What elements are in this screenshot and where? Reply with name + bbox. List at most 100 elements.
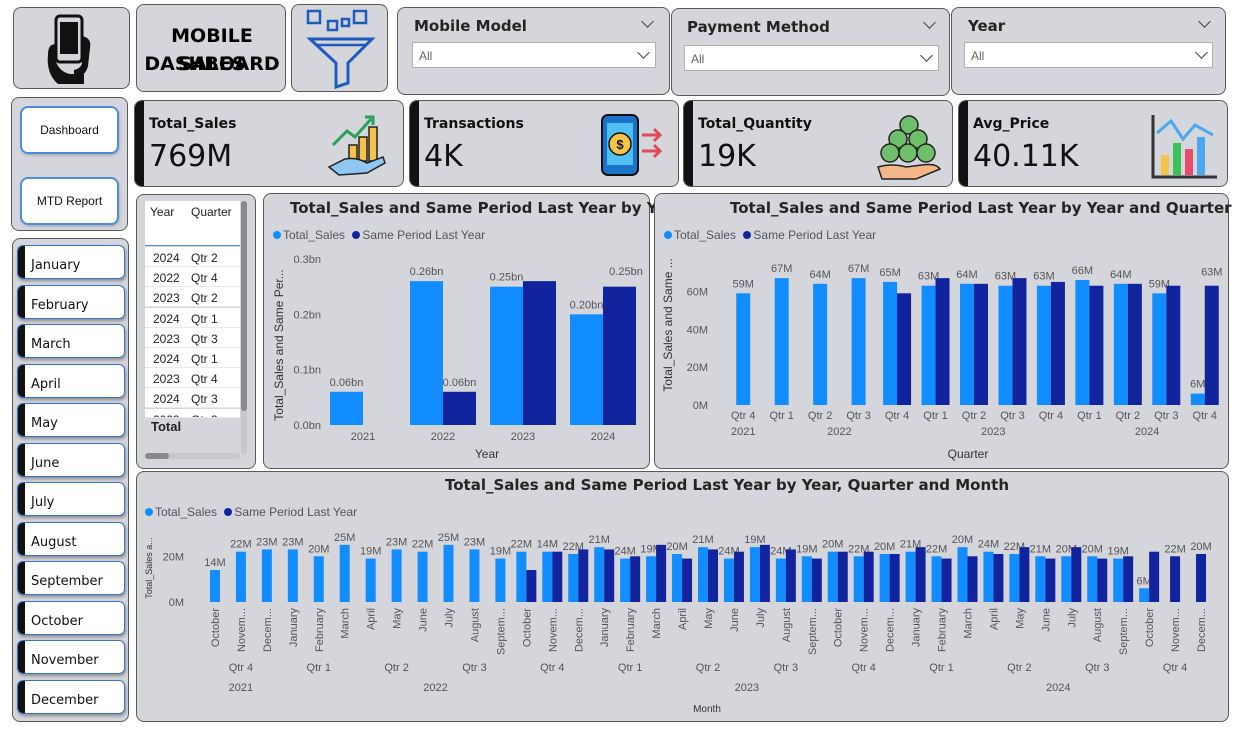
x-tick-label: May — [392, 608, 404, 629]
bar-same-period — [1166, 285, 1181, 405]
table-row[interactable]: 2023 Qtr 3 — [145, 408, 240, 418]
x-tick-label: Qtr 1 — [769, 410, 793, 422]
bar-total-sales — [851, 278, 866, 405]
data-label: 19M — [796, 543, 817, 555]
chart-by-month[interactable]: 0M 20M Total_Sales a... 14M October 22M Novem.… — [136, 520, 1229, 720]
data-label: 0.25bn — [609, 266, 643, 278]
chart-by-year-quarter[interactable]: 0M 20M 40M 60M Total_Sales and Same ... 59M Qt… — [654, 245, 1229, 467]
bar-total-sales — [339, 544, 350, 602]
chart-by-year[interactable]: 0.0bn 0.1bn 0.2bn 0.3bn Total_Sales and Same… — [263, 245, 650, 467]
data-label: 64M — [1110, 269, 1131, 281]
slicer-year[interactable]: Year All — [951, 7, 1226, 95]
month-button[interactable]: November — [17, 640, 125, 674]
data-label: 22M — [511, 539, 532, 551]
quarter-label: Qtr 1 — [929, 662, 953, 674]
month-button[interactable]: January — [17, 245, 125, 279]
month-label: September — [31, 574, 103, 589]
bar-same-period — [897, 293, 912, 405]
bar-same-period — [1097, 558, 1108, 602]
data-label: 20M — [666, 541, 687, 553]
mtd-report-button[interactable]: MTD Report — [22, 179, 117, 223]
month-button[interactable]: December — [17, 679, 125, 714]
kpi-value: 4K — [424, 139, 463, 174]
data-label: 21M — [589, 534, 610, 546]
accent-bar — [684, 101, 693, 186]
chart-legend[interactable]: Total_Sales Same Period Last Year — [273, 228, 485, 242]
bar-total-sales — [1075, 280, 1090, 405]
table-row[interactable]: 2023 Qtr 3 — [145, 327, 240, 348]
month-button[interactable]: June — [17, 442, 125, 477]
chevron-down-icon[interactable] — [1198, 15, 1211, 28]
legend-dot-same-period — [743, 231, 752, 239]
month-button[interactable]: April — [17, 363, 125, 398]
bar-total-sales — [723, 558, 734, 602]
data-label: 65M — [879, 267, 900, 279]
y-tick-label: 20M — [687, 362, 708, 374]
legend-dot-same-period — [352, 231, 361, 239]
kpi-value: 40.11K — [973, 139, 1079, 174]
year-quarter-table[interactable]: Year Quarter 2024 Qtr 2 2022 Qtr 4 2023 Qtr 2… — [137, 195, 255, 468]
table-row[interactable]: 2022 Qtr 4 — [145, 267, 240, 288]
table-row[interactable]: 2024 Qtr 1 — [145, 307, 240, 328]
table-row[interactable]: 2024 Qtr 3 — [145, 388, 240, 409]
x-tick-label: July — [1066, 608, 1078, 628]
x-tick-label: February — [625, 608, 637, 653]
slicer-dropdown[interactable]: All — [964, 42, 1213, 68]
x-tick-label: Qtr 2 — [962, 410, 986, 422]
filter-tile[interactable] — [291, 4, 388, 92]
month-button[interactable]: August — [17, 521, 125, 556]
x-tick-label: June — [729, 608, 741, 632]
table-cell-year: 2023 — [153, 413, 180, 417]
data-label: 63M — [1201, 267, 1222, 279]
legend-label-total-sales: Total_Sales — [283, 228, 346, 242]
slicer-dropdown[interactable]: All — [412, 42, 656, 68]
chart-legend[interactable]: Total_Sales Same Period Last Year — [145, 505, 357, 519]
month-button[interactable]: March — [17, 324, 125, 358]
x-tick-label: Septem... — [1118, 608, 1130, 655]
data-label: 20M — [1190, 541, 1211, 553]
bar-total-sales — [749, 547, 760, 602]
table-cell-year: 2023 — [153, 291, 180, 306]
table-row[interactable]: 2023 Qtr 4 — [145, 368, 240, 389]
data-label: 21M — [692, 534, 713, 546]
data-label: 20M — [822, 539, 843, 551]
data-label: 22M — [412, 539, 433, 551]
chart-legend[interactable]: Total_Sales Same Period Last Year — [664, 228, 876, 242]
month-button[interactable]: May — [17, 403, 125, 437]
bar-total-sales — [1087, 556, 1098, 602]
month-button[interactable]: October — [17, 600, 125, 635]
table-cell-quarter: Qtr 2 — [191, 251, 218, 265]
bar-same-period — [1149, 551, 1160, 602]
bar-same-period — [1050, 281, 1065, 405]
slicer-payment-method[interactable]: Payment Method All — [671, 8, 950, 96]
slicer-mobile-model[interactable]: Mobile Model All — [397, 7, 670, 95]
table-header-quarter: Quarter — [191, 205, 232, 219]
chevron-down-icon[interactable] — [923, 16, 936, 29]
month-label: August — [31, 534, 77, 550]
bar-same-period — [889, 554, 900, 602]
month-label: December — [31, 692, 99, 708]
chevron-down-icon[interactable] — [641, 15, 654, 28]
month-button[interactable]: September — [17, 561, 125, 595]
slicer-dropdown[interactable]: All — [684, 45, 939, 71]
bar-same-period — [837, 551, 848, 602]
kpi-value: 769M — [149, 139, 233, 174]
table-row[interactable]: 2024 Qtr 1 — [145, 348, 240, 368]
bar-total-sales — [568, 554, 579, 602]
table-row[interactable]: 2023 Qtr 2 — [145, 287, 240, 308]
data-label: 25M — [438, 532, 459, 544]
dashboard-button[interactable]: Dashboard — [22, 108, 117, 152]
table-cell-year: 2024 — [153, 392, 180, 407]
accent-bar — [18, 285, 25, 318]
month-button[interactable]: July — [17, 482, 125, 516]
month-button[interactable]: February — [17, 284, 125, 319]
bar-total-sales — [698, 547, 708, 602]
bar-same-period — [941, 558, 952, 602]
bar-total-sales — [490, 286, 523, 425]
table-row[interactable]: 2024 Qtr 2 — [145, 247, 240, 267]
horizontal-scrollbar-thumb[interactable] — [145, 453, 169, 459]
bar-total-sales — [813, 283, 828, 405]
vertical-scrollbar-thumb[interactable] — [241, 201, 247, 411]
bar-total-sales — [801, 556, 812, 602]
legend-dot-total-sales — [273, 231, 281, 239]
